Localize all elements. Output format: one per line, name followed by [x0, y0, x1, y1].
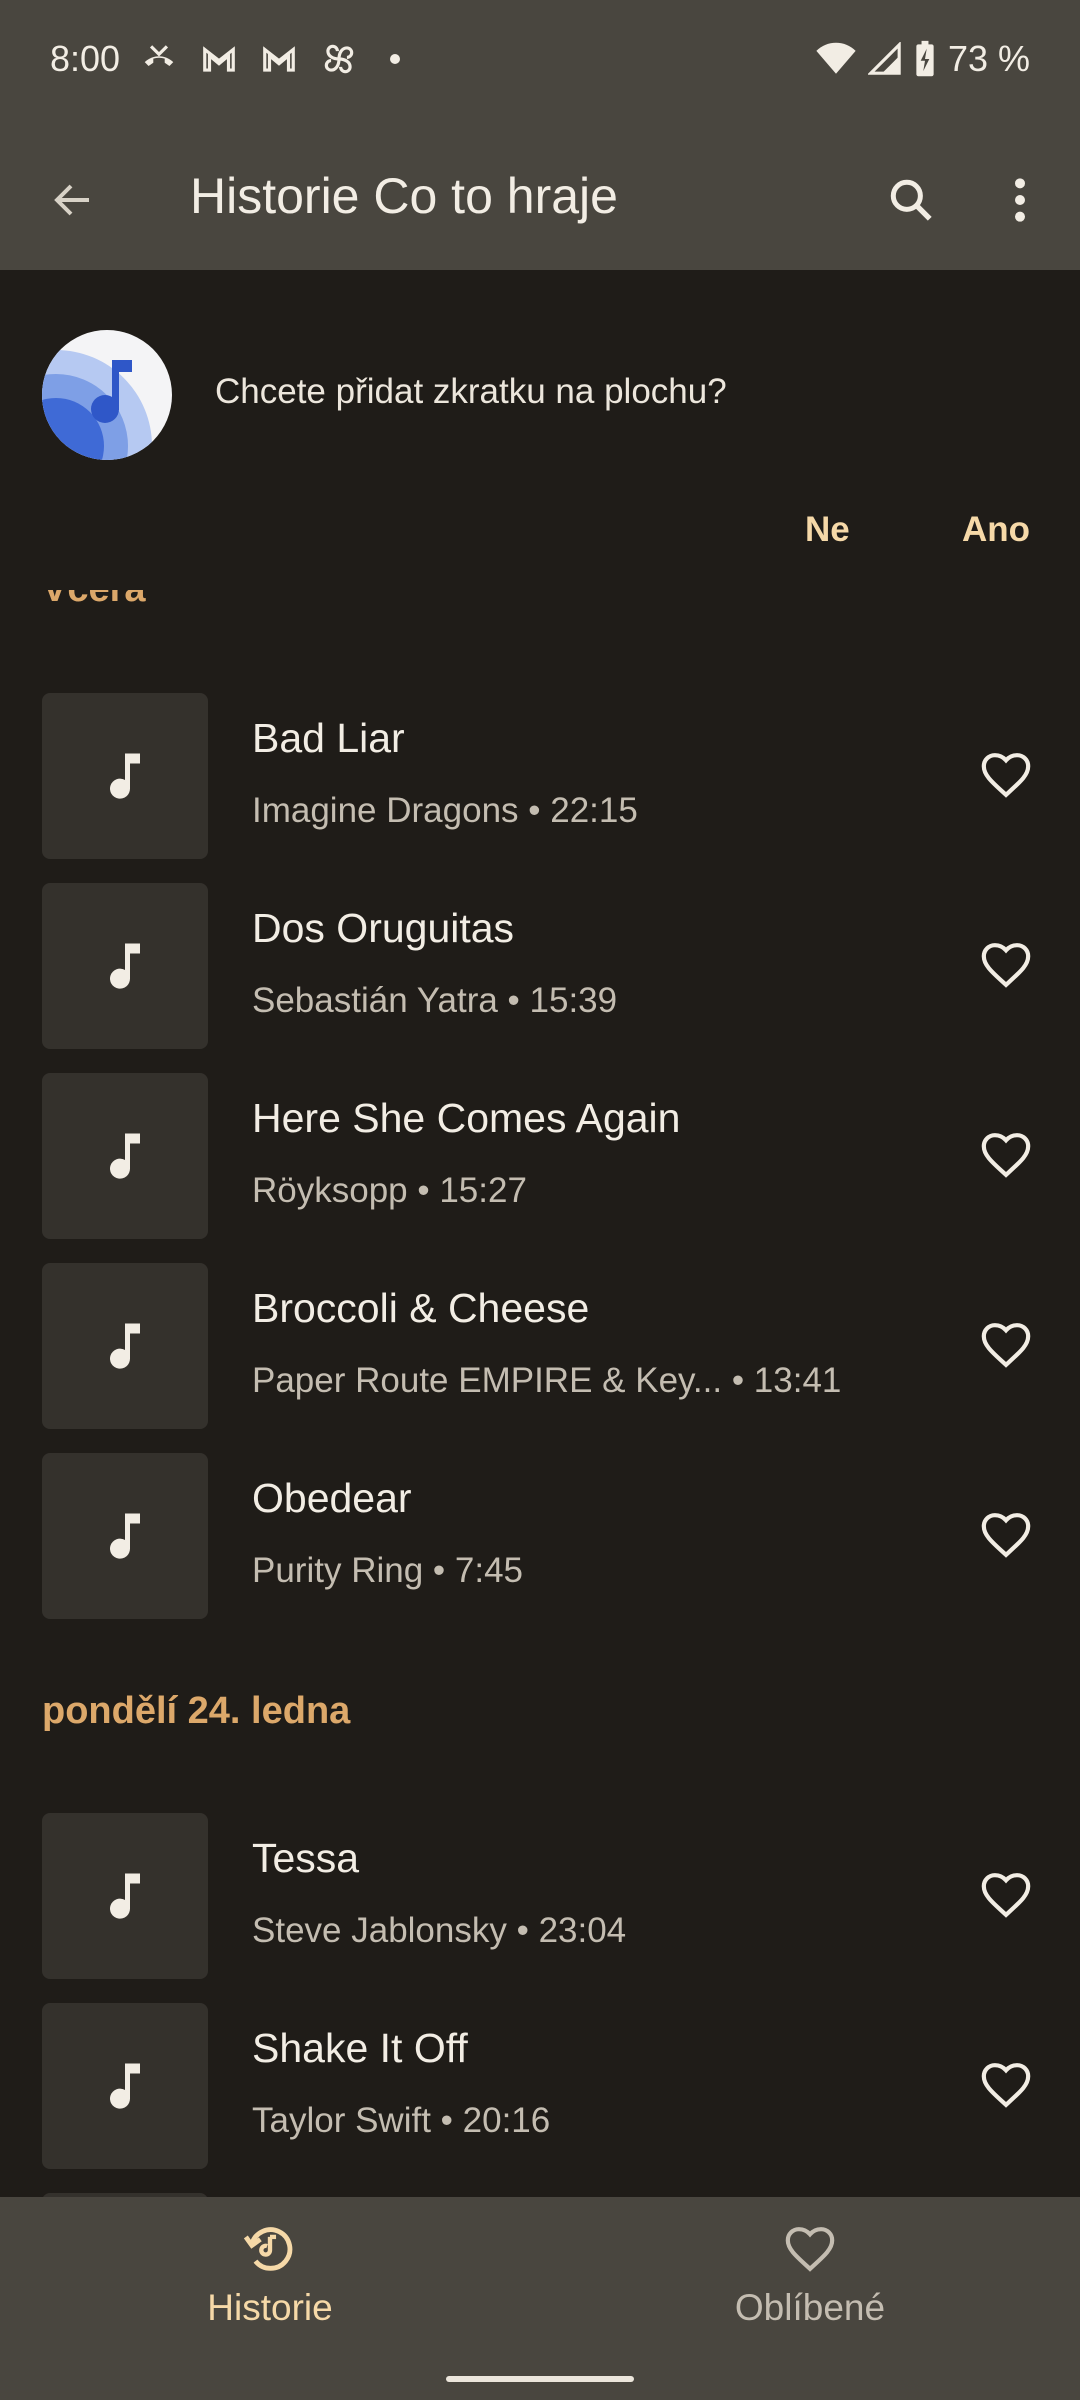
history-icon — [240, 2219, 300, 2279]
more-vert-icon — [1015, 178, 1025, 222]
top-chrome: 8:00 73 % Historie Co to hraje — [0, 0, 1080, 270]
dot-icon — [390, 54, 400, 64]
list-item[interactable]: Tessa Steve Jablonsky • 23:04 — [0, 1813, 1080, 1981]
back-arrow-icon — [54, 184, 89, 216]
search-icon — [890, 179, 932, 221]
now-playing-logo-icon — [42, 330, 172, 460]
battery-charging-icon — [916, 40, 934, 77]
heart-outline-icon — [780, 2219, 840, 2279]
section-header: pondělí 24. ledna — [42, 1690, 351, 1732]
screen: 8:00 73 % Historie Co to hraje Chcete př… — [0, 0, 1080, 2400]
pinwheel-icon — [324, 44, 354, 74]
favorite-button[interactable] — [974, 743, 1038, 807]
list-item[interactable]: Bad Liar Imagine Dragons • 22:15 — [0, 693, 1080, 861]
song-artist-time: Taylor Swift • 20:16 — [252, 2101, 551, 2140]
song-title: Broccoli & Cheese — [252, 1285, 590, 1331]
nav-favorites-label: Oblíbené — [734, 2287, 886, 2328]
heart-outline-icon — [981, 943, 1031, 988]
banner-yes-button[interactable]: Ano — [962, 510, 1030, 550]
missed-call-icon — [144, 45, 174, 66]
list-item[interactable]: Dos Oruguitas Sebastián Yatra • 15:39 — [0, 883, 1080, 1051]
app-bar: Historie Co to hraje — [0, 125, 1080, 270]
song-title: Dos Oruguitas — [252, 905, 515, 951]
song-title: Shake It Off — [252, 2025, 468, 2071]
system-icons: 73 % — [816, 38, 1030, 80]
music-note-icon — [110, 1323, 140, 1369]
favorite-button[interactable] — [974, 2053, 1038, 2117]
favorite-button[interactable] — [974, 1313, 1038, 1377]
list-item[interactable]: Obedear Purity Ring • 7:45 — [0, 1453, 1080, 1621]
song-artist-time: Paper Route EMPIRE & Key... • 13:41 — [252, 1361, 842, 1400]
list-item[interactable]: Shake It Off Taylor Swift • 20:16 — [0, 2003, 1080, 2171]
heart-outline-icon — [981, 753, 1031, 798]
list-item[interactable]: Here She Comes Again Röyksopp • 15:27 — [0, 1073, 1080, 1241]
album-art — [42, 1263, 208, 1429]
banner-no-button[interactable]: Ne — [805, 510, 850, 550]
page-title: Historie Co to hraje — [190, 168, 618, 224]
gmail-icon — [263, 46, 295, 72]
status-time: 8:00 — [50, 38, 121, 79]
heart-outline-icon — [981, 1873, 1031, 1918]
back-button[interactable] — [40, 167, 106, 233]
heart-outline-icon — [981, 2063, 1031, 2108]
battery-percent: 73 % — [947, 38, 1030, 79]
notification-icons — [140, 40, 400, 78]
gmail-icon — [203, 46, 235, 72]
banner-message: Chcete přidat zkratku na plochu? — [215, 372, 727, 411]
album-art — [42, 1813, 208, 1979]
more-options-button[interactable] — [990, 165, 1050, 235]
album-art — [42, 1453, 208, 1619]
nav-favorites[interactable]: Oblíbené — [660, 2219, 960, 2339]
album-art — [42, 883, 208, 1049]
song-artist-time: Steve Jablonsky • 23:04 — [252, 1911, 627, 1950]
favorite-button[interactable] — [974, 1503, 1038, 1567]
heart-outline-icon — [981, 1323, 1031, 1368]
shortcut-banner: Chcete přidat zkratku na plochu? Ne Ano — [0, 270, 1080, 590]
heart-outline-icon — [981, 1513, 1031, 1558]
music-note-icon — [110, 2063, 140, 2109]
music-note-icon — [110, 753, 140, 799]
album-art — [42, 1073, 208, 1239]
song-title: Bad Liar — [252, 715, 405, 761]
song-title: Tessa — [252, 1835, 360, 1881]
music-note-icon — [110, 1513, 140, 1559]
song-artist-time: Sebastián Yatra • 15:39 — [252, 981, 618, 1020]
song-artist-time: Purity Ring • 7:45 — [252, 1551, 523, 1590]
nav-history[interactable]: Historie — [120, 2219, 420, 2339]
favorite-button[interactable] — [974, 1123, 1038, 1187]
gesture-handle[interactable] — [446, 2376, 634, 2382]
status-bar: 8:00 73 % — [0, 0, 1080, 125]
song-artist-time: Röyksopp • 15:27 — [252, 1171, 527, 1210]
song-artist-time: Imagine Dragons • 22:15 — [252, 791, 638, 830]
bottom-navigation: Historie Oblíbené — [0, 2197, 1080, 2400]
music-note-icon — [110, 1873, 140, 1919]
list-item[interactable]: Broccoli & Cheese Paper Route EMPIRE & K… — [0, 1263, 1080, 1431]
nav-history-label: Historie — [207, 2287, 333, 2328]
album-art — [42, 2003, 208, 2169]
signal-icon — [867, 42, 901, 75]
search-button[interactable] — [876, 165, 946, 235]
favorite-button[interactable] — [974, 1863, 1038, 1927]
album-art — [42, 693, 208, 859]
music-note-icon — [110, 1133, 140, 1179]
favorite-button[interactable] — [974, 933, 1038, 997]
song-title: Obedear — [252, 1475, 412, 1521]
music-note-icon — [110, 943, 140, 989]
wifi-icon — [816, 42, 856, 74]
history-list[interactable]: Včera Bad Liar Imagine Dragons • 22:15 D… — [0, 560, 1080, 2197]
heart-outline-icon — [981, 1133, 1031, 1178]
song-title: Here She Comes Again — [252, 1095, 681, 1141]
